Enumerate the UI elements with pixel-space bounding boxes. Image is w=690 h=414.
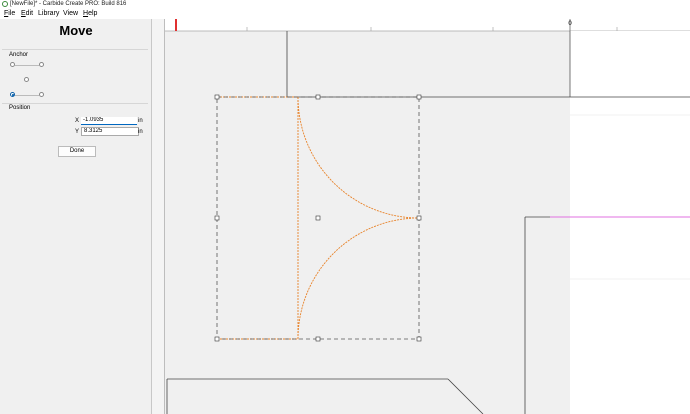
handle-bottom-right[interactable] [416,336,422,342]
anchor-bottom-left-radio[interactable] [10,92,15,97]
anchor-top-left-radio[interactable] [10,62,15,67]
handle-top-center[interactable] [315,94,321,100]
panel-title: Move [59,23,93,38]
menu-library[interactable]: Library [38,9,59,19]
done-button[interactable]: Done [58,146,96,157]
y-unit: in [138,129,143,135]
handle-top-right[interactable] [416,94,422,100]
menu-file[interactable]: File [4,9,15,19]
y-position-input[interactable] [81,127,139,136]
stock-area [570,31,690,414]
handle-bottom-left[interactable] [214,336,220,342]
horizontal-ruler [165,19,690,31]
menu-view[interactable]: View [63,9,78,19]
window-title: [NewFile]* - Carbide Create PRO: Build 8… [10,1,127,7]
design-canvas[interactable]: 0 [165,19,690,414]
origin-marker-icon [175,19,177,31]
panel-scrollbar[interactable] [152,19,165,414]
handle-bottom-center[interactable] [315,336,321,342]
menu-bar: File Edit Library View Help [0,9,690,19]
handle-middle-left[interactable] [214,215,220,221]
move-panel: Move Anchor Position X in Y in Done [0,19,152,414]
position-label: Position [9,105,31,111]
title-bar: [NewFile]* - Carbide Create PRO: Build 8… [0,0,690,9]
anchor-top-right-radio[interactable] [39,62,44,67]
app-logo-icon [2,1,8,7]
handle-middle-right[interactable] [416,215,422,221]
menu-help[interactable]: Help [83,9,97,19]
x-label: X [75,118,80,124]
divider [2,103,148,104]
handle-center[interactable] [315,215,321,221]
handle-top-left[interactable] [214,94,220,100]
x-unit: in [138,118,143,124]
x-position-input[interactable] [81,117,137,125]
anchor-guide-top [15,65,39,66]
anchor-center-radio[interactable] [24,77,29,82]
divider [2,49,148,50]
anchor-bottom-right-radio[interactable] [39,92,44,97]
anchor-guide-bottom [15,95,39,96]
menu-edit[interactable]: Edit [21,9,33,19]
anchor-label: Anchor [9,52,29,58]
y-label: Y [75,129,80,135]
